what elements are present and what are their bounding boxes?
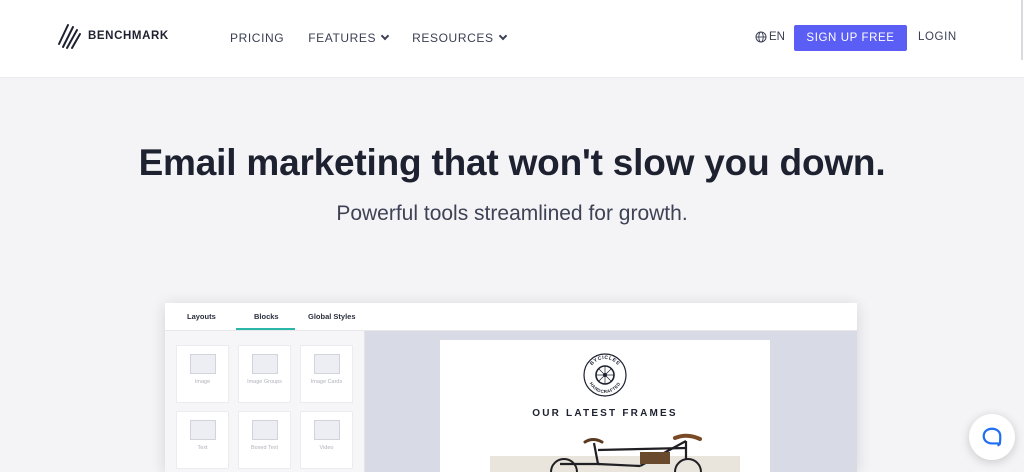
chat-widget-button[interactable] — [969, 414, 1015, 460]
text-icon — [189, 420, 216, 440]
block-boxed-text[interactable]: Boxed Text — [238, 411, 291, 469]
top-navigation: BENCHMARK PRICING FEATURES RESOURCES EN … — [0, 0, 1024, 78]
login-link[interactable]: LOGIN — [918, 31, 957, 43]
hero-title: Email marketing that won't slow you down… — [138, 142, 886, 183]
block-text-label: Text — [197, 445, 208, 451]
tab-blocks[interactable]: Blocks — [254, 312, 279, 321]
block-image[interactable]: Image — [176, 345, 229, 403]
nav-resources[interactable]: RESOURCES — [412, 31, 507, 45]
chat-bubble-icon — [982, 427, 1002, 447]
tab-layouts[interactable]: Layouts — [187, 312, 216, 321]
main-nav: PRICING FEATURES RESOURCES — [230, 31, 507, 45]
nav-resources-label: RESOURCES — [412, 31, 494, 45]
video-icon — [313, 420, 340, 440]
bicycle-badge-logo: BYCICLES HANDCRAFTED — [583, 353, 627, 397]
block-video-label: Video — [319, 445, 334, 451]
globe-icon — [755, 31, 767, 43]
image-groups-icon — [251, 354, 278, 374]
email-canvas: BYCICLES HANDCRAFTED OUR LATEST FRAMES — [365, 331, 857, 472]
nav-features[interactable]: FEATURES — [308, 31, 390, 45]
chevron-down-icon — [380, 31, 390, 41]
sign-up-free-button[interactable]: SIGN UP FREE — [794, 25, 907, 51]
hero-subtitle: Powerful tools streamlined for growth. — [336, 202, 688, 225]
email-template[interactable]: BYCICLES HANDCRAFTED OUR LATEST FRAMES — [440, 340, 770, 472]
brand-logo[interactable]: BENCHMARK — [56, 22, 169, 50]
editor-tabs: Layouts Blocks Global Styles — [165, 303, 857, 331]
blocks-panel: Image Image Groups Image Cards Text Boxe… — [165, 331, 365, 472]
block-image-cards[interactable]: Image Cards — [300, 345, 353, 403]
active-tab-indicator — [236, 328, 295, 330]
block-boxed-text-label: Boxed Text — [250, 445, 279, 451]
preview-heading: OUR LATEST FRAMES — [532, 408, 678, 419]
block-video[interactable]: Video — [300, 411, 353, 469]
chevron-down-icon — [498, 31, 507, 41]
block-image-groups[interactable]: Image Groups — [238, 345, 291, 403]
bicycle-image — [490, 433, 740, 472]
email-editor-preview: Layouts Blocks Global Styles Image Image… — [165, 303, 857, 472]
block-image-cards-label: Image Cards — [310, 379, 343, 385]
nav-pricing-label: PRICING — [230, 31, 285, 45]
brand-name: BENCHMARK — [88, 30, 169, 42]
language-label: EN — [769, 31, 785, 43]
image-icon — [189, 354, 216, 374]
nav-pricing[interactable]: PRICING — [230, 31, 284, 45]
benchmark-logo-icon — [58, 24, 81, 49]
language-selector[interactable]: EN — [755, 31, 785, 43]
block-image-label: Image — [194, 379, 211, 385]
boxed-text-icon — [251, 420, 278, 440]
tab-global-styles[interactable]: Global Styles — [308, 312, 356, 321]
block-text[interactable]: Text — [176, 411, 229, 469]
block-image-groups-label: Image Groups — [247, 379, 282, 385]
image-cards-icon — [313, 354, 340, 374]
nav-features-label: FEATURES — [308, 31, 377, 45]
scrollbar[interactable] — [1012, 0, 1024, 78]
